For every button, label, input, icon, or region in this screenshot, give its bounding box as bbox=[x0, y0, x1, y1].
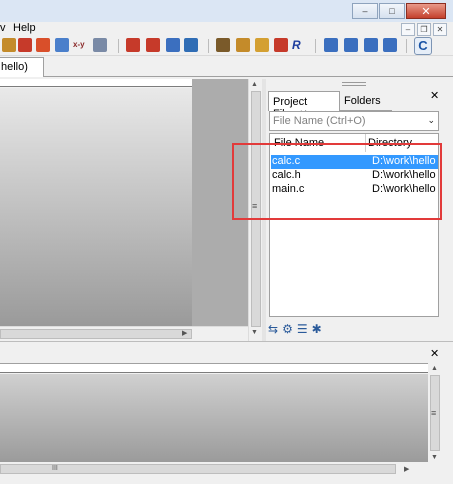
toolbar: x-y R C bbox=[0, 36, 453, 56]
file-name-search-input[interactable]: File Name (Ctrl+O) ⌄ bbox=[269, 111, 439, 131]
scroll-grip-icon: ≡ bbox=[431, 408, 437, 418]
menu-bar: v Help – ❐ ✕ bbox=[0, 22, 453, 36]
bookmark-next-icon[interactable] bbox=[146, 38, 160, 52]
scroll-down-icon[interactable]: ▼ bbox=[431, 454, 438, 461]
panel-drag-grip[interactable] bbox=[342, 82, 366, 86]
output-area[interactable] bbox=[0, 374, 428, 462]
book-icon[interactable] bbox=[255, 38, 269, 52]
panel-toolbar: ⇆ ⚙ ☰ ✱ bbox=[268, 322, 326, 336]
output-horizontal-scrollbar[interactable]: III ▶ bbox=[0, 462, 428, 476]
r-icon[interactable]: R bbox=[292, 38, 306, 52]
toolbar-separator bbox=[208, 39, 209, 53]
mdi-minimize-button[interactable]: – bbox=[401, 23, 415, 36]
home-icon[interactable] bbox=[184, 38, 198, 52]
window-controls: – □ ✕ bbox=[352, 3, 446, 19]
menu-help[interactable]: Help bbox=[13, 22, 36, 34]
layout-grid-icon[interactable] bbox=[324, 38, 338, 52]
menu-view[interactable]: v bbox=[0, 22, 6, 34]
tab-project-files[interactable]: Project Files✕ bbox=[268, 91, 340, 120]
layout-panel-icon[interactable] bbox=[344, 38, 358, 52]
download-icon[interactable] bbox=[36, 38, 50, 52]
mdi-close-button[interactable]: ✕ bbox=[433, 23, 447, 36]
xy-toggle-icon[interactable]: x-y bbox=[73, 38, 91, 52]
search-placeholder: File Name (Ctrl+O) bbox=[273, 115, 366, 127]
minimize-button[interactable]: – bbox=[352, 3, 378, 19]
editor-ruler bbox=[0, 79, 192, 87]
c-compiler-icon[interactable]: C bbox=[414, 37, 432, 55]
editor-area[interactable] bbox=[0, 88, 192, 326]
mdi-controls: – ❐ ✕ bbox=[399, 23, 447, 36]
scroll-up-icon[interactable]: ▲ bbox=[431, 365, 438, 372]
scroll-up-icon[interactable]: ▲ bbox=[251, 81, 258, 88]
save-icon[interactable] bbox=[18, 38, 32, 52]
list-icon[interactable] bbox=[166, 38, 180, 52]
compile-icon[interactable] bbox=[236, 38, 250, 52]
layout-split-icon[interactable] bbox=[364, 38, 378, 52]
highlight-box bbox=[232, 143, 442, 220]
document-tab-bar: hello) bbox=[0, 56, 453, 77]
open-file-icon[interactable] bbox=[2, 38, 16, 52]
scroll-down-icon[interactable]: ▼ bbox=[251, 329, 258, 336]
hscroll-thumb[interactable] bbox=[0, 329, 192, 339]
document-tab[interactable]: hello) bbox=[0, 57, 44, 77]
sync-icon[interactable]: ⇆ bbox=[268, 322, 278, 336]
maximize-button[interactable]: □ bbox=[379, 3, 405, 19]
build-icon[interactable] bbox=[216, 38, 230, 52]
tab-folders[interactable]: Folders bbox=[340, 91, 392, 111]
binoculars-icon[interactable] bbox=[93, 38, 107, 52]
toolbar-separator bbox=[118, 39, 119, 53]
list-view-icon[interactable]: ☰ bbox=[297, 322, 308, 336]
mdi-restore-button[interactable]: ❐ bbox=[417, 23, 431, 36]
run-icon[interactable] bbox=[274, 38, 288, 52]
hscroll-thumb[interactable] bbox=[0, 464, 396, 474]
output-vertical-scrollbar[interactable]: ▲ ≡ ▼ bbox=[428, 363, 442, 463]
scroll-right-icon[interactable]: ▶ bbox=[182, 329, 187, 337]
scroll-right-icon[interactable]: ▶ bbox=[404, 465, 409, 473]
output-close-button[interactable]: ✕ bbox=[430, 347, 439, 360]
panel-close-button[interactable]: ✕ bbox=[430, 89, 439, 102]
bookmark-prev-icon[interactable] bbox=[126, 38, 140, 52]
close-window-button[interactable]: ✕ bbox=[406, 3, 446, 19]
hscroll-grip-icon: III bbox=[52, 465, 58, 472]
gear-icon[interactable]: ✱ bbox=[312, 322, 322, 336]
print-icon[interactable] bbox=[55, 38, 69, 52]
windows-icon[interactable] bbox=[383, 38, 397, 52]
chevron-down-icon[interactable]: ⌄ bbox=[427, 115, 435, 126]
toolbar-separator bbox=[406, 39, 407, 53]
title-bar: – □ ✕ bbox=[0, 0, 453, 22]
editor-horizontal-scrollbar[interactable]: ▶ bbox=[0, 326, 248, 341]
output-panel-header: ✕ bbox=[0, 341, 453, 363]
settings-icon[interactable]: ⚙ bbox=[282, 322, 293, 336]
toolbar-separator bbox=[315, 39, 316, 53]
output-ruler bbox=[0, 363, 428, 373]
